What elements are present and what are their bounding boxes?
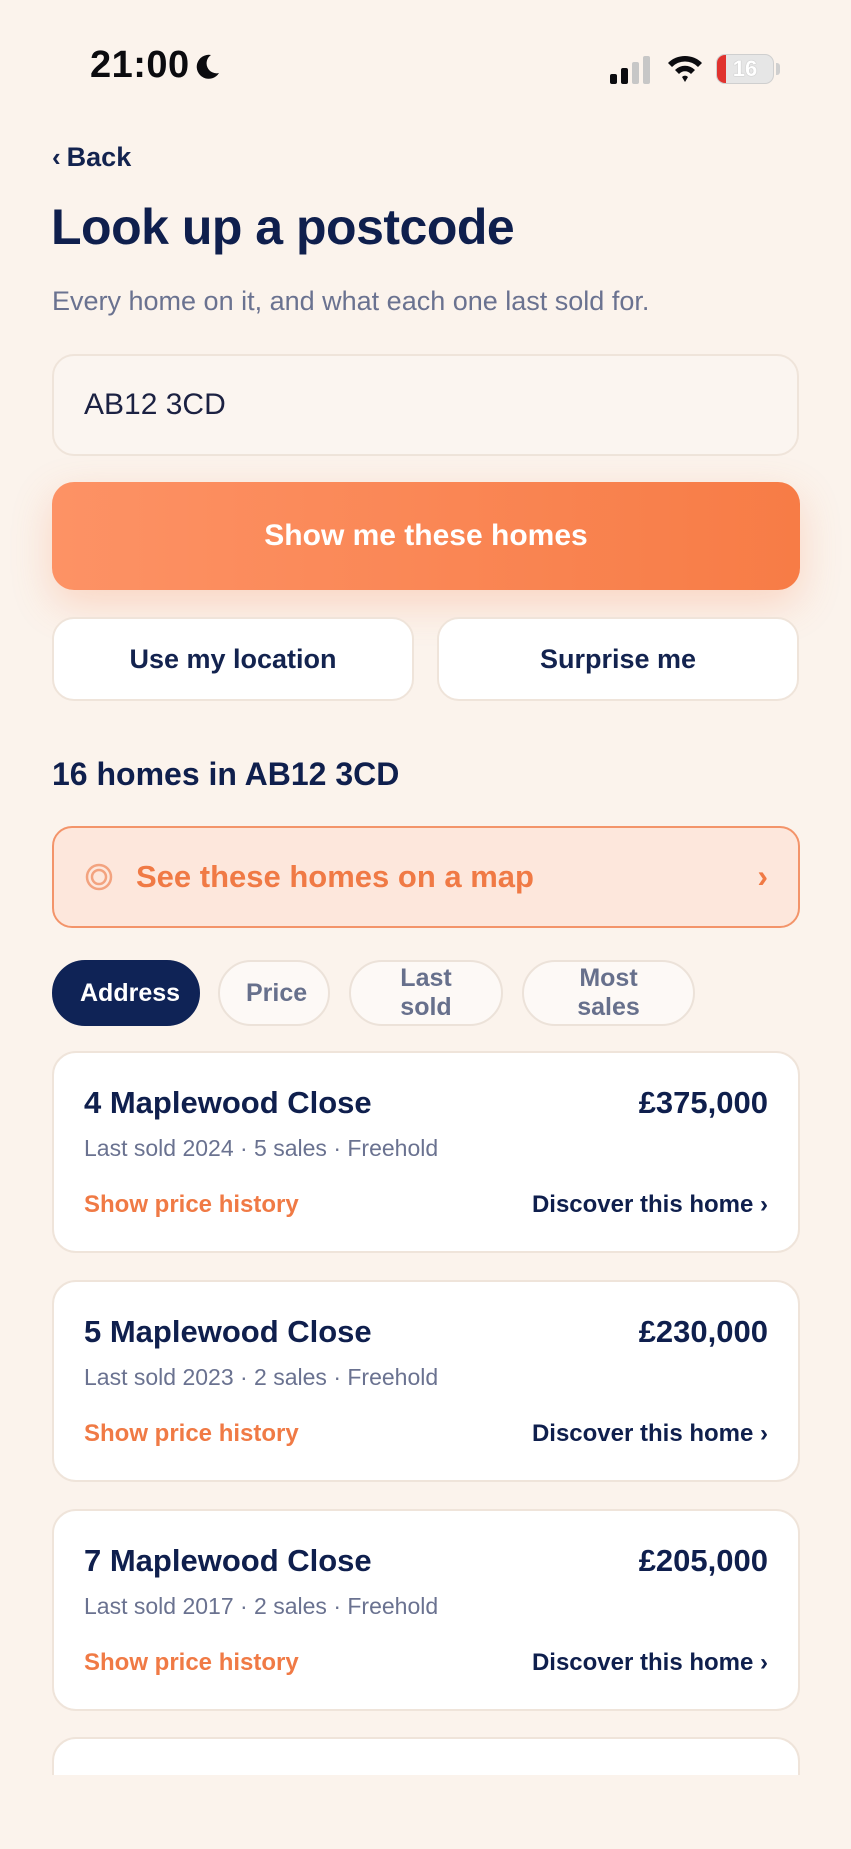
postcode-input[interactable] [52, 354, 799, 456]
battery-cap [776, 63, 780, 75]
chevron-left-icon: ‹ [52, 142, 61, 172]
discover-home-link[interactable]: Discover this home › [532, 1649, 768, 1677]
home-meta: Last sold 2017 · 2 sales · Freehold [84, 1593, 439, 1619]
moon-icon [196, 54, 219, 79]
bottom-safe-area [0, 1775, 851, 1849]
home-address: 4 Maplewood Close [84, 1085, 372, 1120]
status-bar: 21:00 16 [0, 0, 851, 140]
show-price-history-link[interactable]: Show price history [84, 1420, 299, 1448]
home-meta: Last sold 2023 · 2 sales · Freehold [84, 1364, 439, 1390]
sort-chip-most-sales[interactable]: Most sales [522, 960, 695, 1026]
use-my-location-button[interactable]: Use my location [52, 617, 414, 701]
battery-level: 16 [732, 56, 758, 81]
wifi-icon [668, 55, 702, 82]
show-price-history-link[interactable]: Show price history [84, 1191, 299, 1219]
postcode-lookup-screen: 21:00 16 ‹ Back Look up a postcode Every… [0, 0, 851, 1849]
sort-chip-last-sold[interactable]: Last sold [349, 960, 503, 1026]
show-homes-button[interactable]: Show me these homes [52, 482, 800, 590]
back-button[interactable]: ‹ Back [52, 142, 131, 173]
battery-icon: 16 [716, 54, 774, 84]
show-price-history-link[interactable]: Show price history [84, 1649, 299, 1677]
page-subtitle: Every home on it, and what each one last… [52, 286, 650, 316]
status-time: 21:00 [90, 44, 190, 86]
map-banner-label: See these homes on a map [136, 859, 534, 894]
discover-home-link[interactable]: Discover this home › [532, 1191, 768, 1219]
home-card[interactable]: 5 Maplewood Close £230,000 Last sold 202… [52, 1280, 800, 1482]
home-card[interactable]: 7 Maplewood Close £205,000 Last sold 201… [52, 1509, 800, 1711]
home-price: £230,000 [638, 1314, 768, 1349]
signal-icon [610, 56, 650, 84]
page-title: Look up a postcode [51, 199, 515, 255]
home-address: 5 Maplewood Close [84, 1314, 372, 1349]
home-price: £375,000 [638, 1085, 768, 1120]
chevron-right-icon: › [757, 858, 768, 894]
discover-home-link[interactable]: Discover this home › [532, 1420, 768, 1448]
home-meta: Last sold 2024 · 5 sales · Freehold [84, 1135, 439, 1161]
surprise-me-button[interactable]: Surprise me [437, 617, 799, 701]
home-card[interactable]: 4 Maplewood Close £375,000 Last sold 202… [52, 1051, 800, 1253]
results-heading: 16 homes in AB12 3CD [52, 756, 400, 792]
home-address: 7 Maplewood Close [84, 1543, 372, 1578]
sort-chip-price[interactable]: Price [218, 960, 330, 1026]
target-icon [85, 863, 113, 891]
back-label: Back [66, 142, 132, 172]
home-price: £205,000 [638, 1543, 768, 1578]
sort-chip-address[interactable]: Address [52, 960, 200, 1026]
map-banner[interactable]: See these homes on a map › [52, 826, 800, 928]
